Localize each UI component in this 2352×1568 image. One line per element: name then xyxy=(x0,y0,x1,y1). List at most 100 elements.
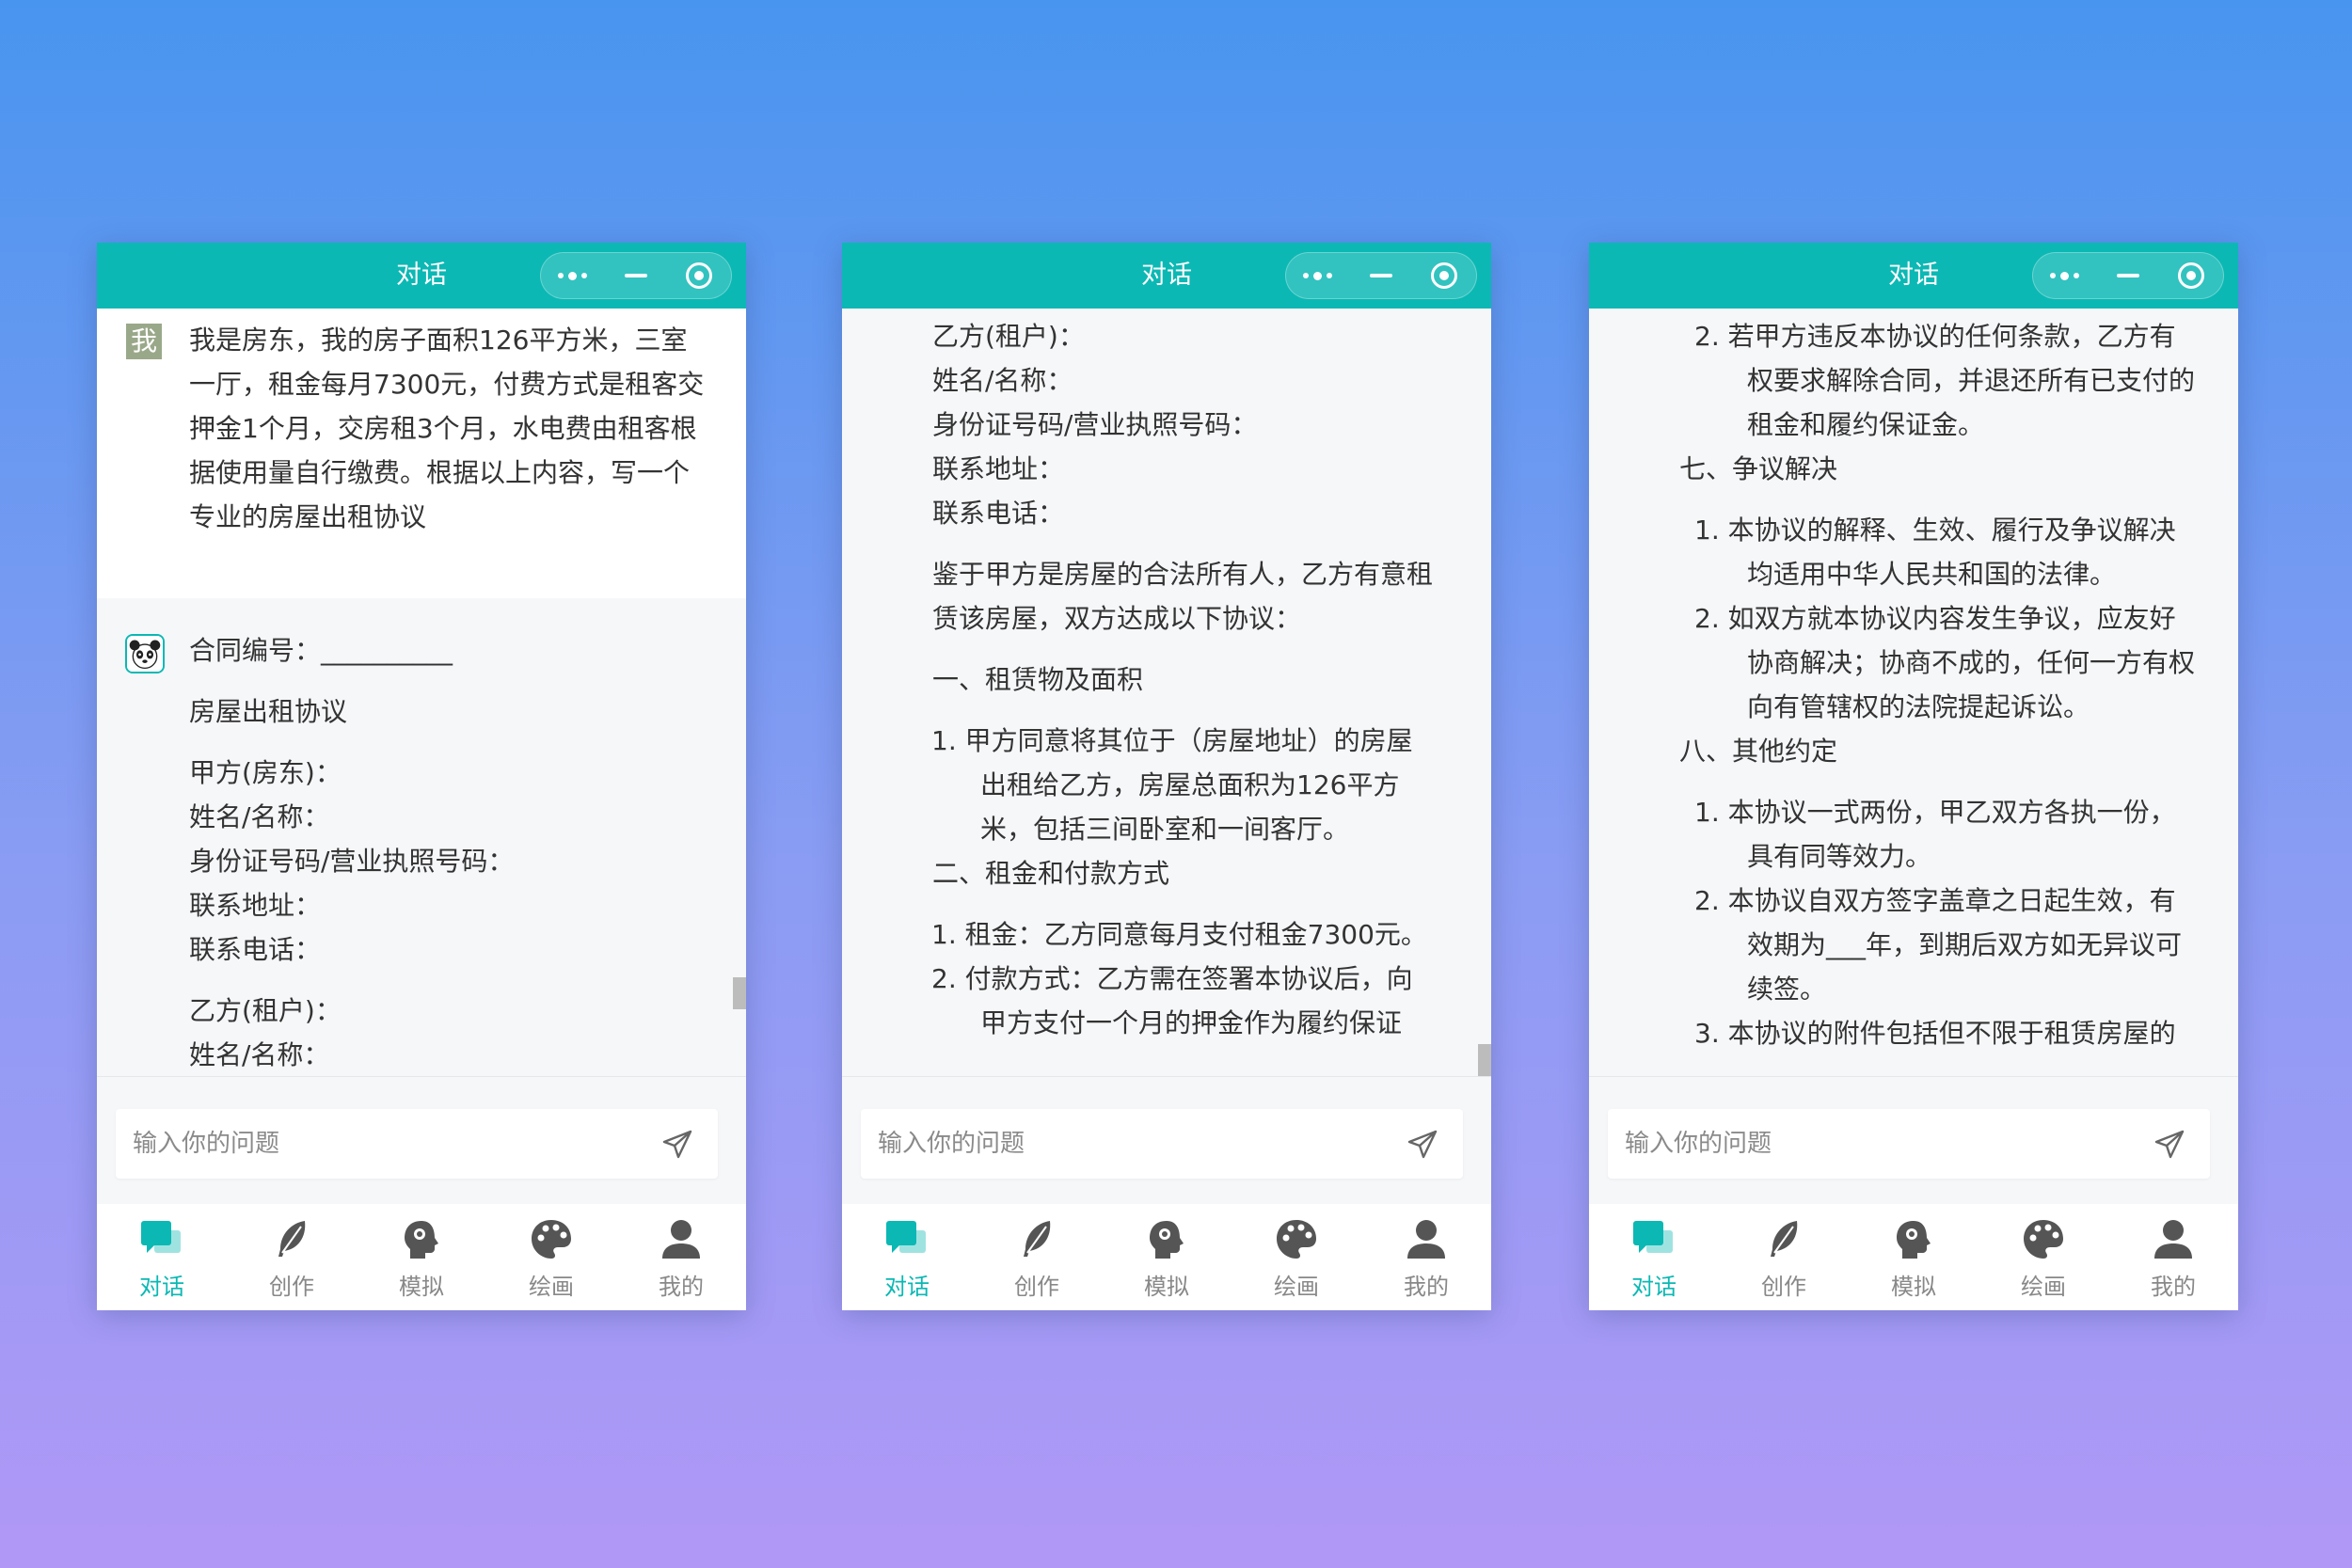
close-button[interactable] xyxy=(1413,253,1476,298)
capsule-menu xyxy=(540,252,732,299)
tab-label: 绘画 xyxy=(1274,1274,1319,1300)
clause-text: 效期为___年，到期后双方如无异议可 xyxy=(1747,929,2183,960)
tab-label: 我的 xyxy=(2151,1274,2196,1300)
clause-text: 权要求解除合同，并退还所有已支付的 xyxy=(1747,365,2196,396)
more-dots-icon xyxy=(558,271,588,280)
user-message-text: 我是房东，我的房子面积126平方米，三室 一厅，租金每月7300元，付费方式是租… xyxy=(189,318,708,539)
tab-mine[interactable]: 我的 xyxy=(1361,1204,1491,1310)
tab-label: 创作 xyxy=(1761,1274,1806,1300)
scrollbar-thumb[interactable] xyxy=(1478,1044,1491,1076)
tab-bar: 对话 创作 模拟 绘画 我的 xyxy=(842,1204,1491,1310)
minimize-icon xyxy=(624,274,647,277)
ai-message: 合同编号：__________ 房屋出租协议 甲方(房东)： 姓名/名称： 身份… xyxy=(97,598,746,1076)
minimize-button[interactable] xyxy=(1349,253,1412,298)
tab-label: 对话 xyxy=(1631,1274,1677,1300)
clause-item: 1. 本协议的解释、生效、履行及争议解决 均适用中华人民共和国的法律。 xyxy=(1589,508,2199,596)
message-line: 押金1个月，交房租3个月，水电费由租客根 xyxy=(189,413,697,444)
palette-icon xyxy=(532,1220,571,1259)
clause-text: 协商解决；协商不成的，任何一方有权 xyxy=(1747,647,2196,678)
clause-text: 均适用中华人民共和国的法律。 xyxy=(1747,559,2117,590)
clause-text: 本协议的解释、生效、履行及争议解决 xyxy=(1727,515,2176,546)
input-area xyxy=(842,1077,1491,1204)
tab-mine[interactable]: 我的 xyxy=(2108,1204,2238,1310)
clause-item: 2. 如双方就本协议内容发生争议，应友好 协商解决；协商不成的，任何一方有权 向… xyxy=(1589,596,2199,729)
clause-number: 1. xyxy=(931,725,957,756)
clause-text: 本协议的附件包括但不限于租赁房屋的 xyxy=(1727,1018,2176,1049)
tab-paint[interactable]: 绘画 xyxy=(486,1204,616,1310)
clause-text: 若甲方违反本协议的任何条款，乙方有 xyxy=(1727,321,2176,352)
tab-create[interactable]: 创作 xyxy=(1719,1204,1849,1310)
question-input[interactable] xyxy=(133,1109,603,1179)
tab-simulate[interactable]: 模拟 xyxy=(1849,1204,1979,1310)
clause-text: 如双方就本协议内容发生争议，应友好 xyxy=(1727,603,2176,634)
tab-simulate[interactable]: 模拟 xyxy=(357,1204,486,1310)
tab-chat[interactable]: 对话 xyxy=(842,1204,972,1310)
chat-area[interactable]: 乙方(租户)： 姓名/名称： 身份证号码/营业执照号码： 联系地址： 联系电话：… xyxy=(842,309,1491,1076)
clause-text: 米，包括三间卧室和一间客厅。 xyxy=(980,814,1350,845)
send-plane-icon[interactable] xyxy=(661,1129,693,1161)
more-dots-icon xyxy=(1303,271,1333,280)
capsule-menu xyxy=(1285,252,1477,299)
more-button[interactable] xyxy=(1286,253,1349,298)
minimize-button[interactable] xyxy=(604,253,667,298)
tab-label: 绘画 xyxy=(2021,1274,2066,1300)
minimize-button[interactable] xyxy=(2096,253,2159,298)
tab-chat[interactable]: 对话 xyxy=(1589,1204,1719,1310)
tab-chat[interactable]: 对话 xyxy=(97,1204,227,1310)
clause-text: 租金和履约保证金。 xyxy=(1747,409,1985,440)
clause-text: 具有同等效力。 xyxy=(1747,841,1932,872)
chat-area[interactable]: 2. 若甲方违反本协议的任何条款，乙方有 权要求解除合同，并退还所有已支付的 租… xyxy=(1589,309,2238,1076)
tab-create[interactable]: 创作 xyxy=(227,1204,357,1310)
close-target-icon xyxy=(2178,262,2205,289)
tab-paint[interactable]: 绘画 xyxy=(1979,1204,2108,1310)
clause-item: 3. 本协议的附件包括但不限于租赁房屋的 xyxy=(1589,1011,2199,1055)
close-button[interactable] xyxy=(668,253,731,298)
clause-number: 2. xyxy=(931,963,957,994)
tab-label: 模拟 xyxy=(1891,1274,1936,1300)
tab-create[interactable]: 创作 xyxy=(972,1204,1102,1310)
user-icon xyxy=(2154,1220,2192,1259)
tab-mine[interactable]: 我的 xyxy=(616,1204,746,1310)
party-b-line: 乙方(租户)： xyxy=(932,321,1085,352)
user-icon xyxy=(1407,1220,1445,1259)
question-input[interactable] xyxy=(1625,1109,2095,1179)
clause-text: 续签。 xyxy=(1747,974,1827,1005)
clause-item: 2. 付款方式：乙方需在签署本协议后，向 甲方支付一个月的押金作为履约保证 xyxy=(842,957,1452,1045)
chat-bubbles-icon xyxy=(141,1221,181,1253)
question-input-box xyxy=(861,1109,1463,1179)
send-plane-icon[interactable] xyxy=(1406,1129,1438,1161)
party-a-line: 联系地址： xyxy=(189,890,322,921)
question-input[interactable] xyxy=(878,1109,1348,1179)
clause-number: 1. xyxy=(1694,797,1720,828)
phone-window-1: 对话 我 我是房东，我的房子面积126平方米，三室 一厅，租金每月7300元，付… xyxy=(97,243,746,1310)
party-b-line: 联系地址： xyxy=(932,453,1065,484)
title-bar: 对话 xyxy=(1589,243,2238,309)
feather-icon xyxy=(278,1221,306,1257)
send-plane-icon[interactable] xyxy=(2153,1129,2185,1161)
message-line: 我是房东，我的房子面积126平方米，三室 xyxy=(189,325,688,356)
party-a-line: 身份证号码/营业执照号码： xyxy=(189,846,515,877)
tab-paint[interactable]: 绘画 xyxy=(1232,1204,1361,1310)
scrollbar-thumb[interactable] xyxy=(733,977,746,1009)
tab-label: 我的 xyxy=(659,1274,704,1300)
party-b-line: 联系电话： xyxy=(932,498,1065,529)
more-button[interactable] xyxy=(541,253,604,298)
clause-number: 3. xyxy=(1694,1018,1720,1049)
tab-simulate[interactable]: 模拟 xyxy=(1102,1204,1232,1310)
party-a-line: 甲方(房东)： xyxy=(189,757,342,788)
tab-label: 创作 xyxy=(1014,1274,1059,1300)
tab-label: 模拟 xyxy=(399,1274,444,1300)
feather-icon xyxy=(1024,1221,1051,1257)
message-line: 据使用量自行缴费。根据以上内容，写一个 xyxy=(189,457,691,488)
tab-label: 对话 xyxy=(139,1274,184,1300)
clause-item: 1. 本协议一式两份，甲乙双方各执一份， 具有同等效力。 xyxy=(1589,790,2199,879)
clause-text: 甲方支付一个月的押金作为履约保证 xyxy=(980,1007,1403,1038)
party-a-line: 姓名/名称： xyxy=(189,801,330,832)
more-button[interactable] xyxy=(2033,253,2096,298)
clause-text: 本协议一式两份，甲乙双方各执一份， xyxy=(1727,797,2176,828)
close-button[interactable] xyxy=(2160,253,2223,298)
chat-area[interactable]: 我 我是房东，我的房子面积126平方米，三室 一厅，租金每月7300元，付费方式… xyxy=(97,309,746,1076)
phone-window-3: 对话 2. 若甲方违反本协议的任何条款，乙方有 权要求解除合同，并退还所有已支付… xyxy=(1589,243,2238,1310)
clause-text: 甲方同意将其位于（房屋地址）的房屋 xyxy=(964,725,1413,756)
close-target-icon xyxy=(1431,262,1458,289)
